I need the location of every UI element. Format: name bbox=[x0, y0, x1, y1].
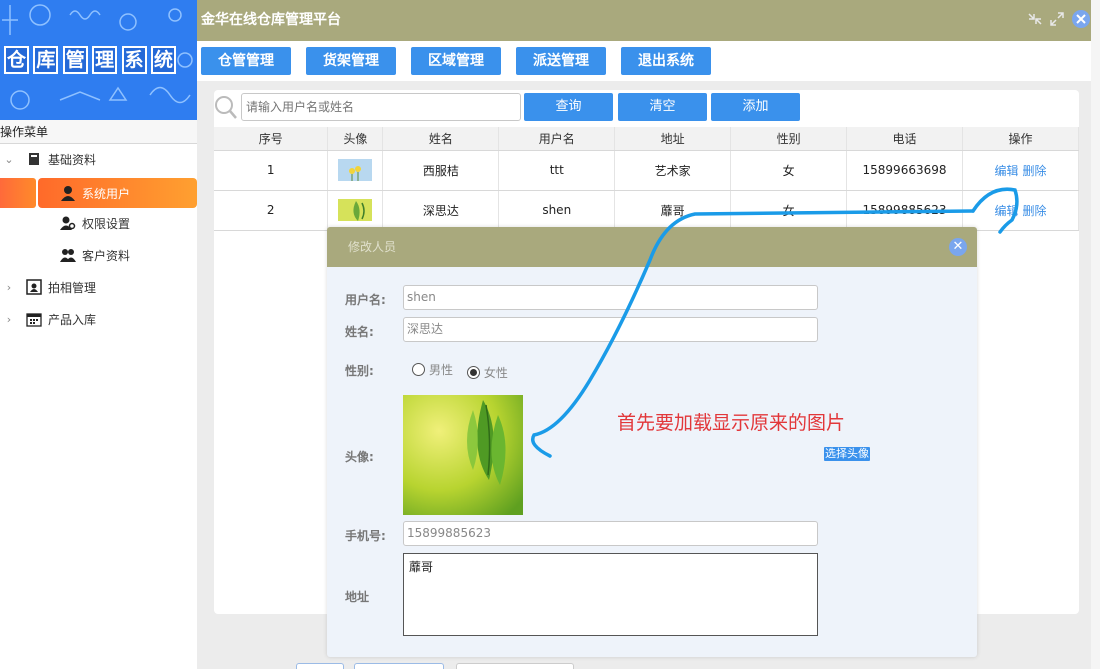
close-icon[interactable] bbox=[1071, 9, 1091, 29]
column-header: 操作 bbox=[962, 127, 1079, 151]
cell-name: 西服桔 bbox=[382, 150, 500, 191]
scroll-strip bbox=[1091, 0, 1100, 669]
gender-female-radio[interactable]: 女性 bbox=[466, 364, 508, 381]
column-header: 序号 bbox=[214, 127, 329, 151]
address-label: 地址 bbox=[345, 590, 370, 604]
users-icon bbox=[60, 247, 76, 263]
avatar-thumbnail bbox=[338, 159, 373, 181]
username-label: 用户名: bbox=[345, 293, 386, 307]
logo-char: 仓 bbox=[4, 46, 29, 74]
maximize-icon[interactable] bbox=[1049, 11, 1065, 27]
user-key-icon bbox=[60, 215, 76, 231]
sidebar-item-photo-management[interactable]: › 拍相管理 bbox=[0, 273, 197, 301]
cell-no: 2 bbox=[214, 190, 329, 231]
nav-shelf-button[interactable]: 货架管理 bbox=[306, 47, 396, 75]
top-header: 金华在线仓库管理平台 bbox=[197, 0, 1091, 41]
table-header-row: 序号 头像 姓名 用户名 地址 性别 电话 操作 bbox=[214, 127, 1079, 151]
nav-warehouse-button[interactable]: 仓管管理 bbox=[201, 47, 291, 75]
chevron-down-icon: ⌄ bbox=[4, 152, 14, 166]
sidebar-item-basic-data[interactable]: ⌄ 基础资料 bbox=[0, 145, 197, 173]
name-label: 姓名: bbox=[345, 325, 374, 339]
dialog-title: 修改人员 bbox=[348, 240, 397, 254]
gender-female-label: 女性 bbox=[483, 366, 508, 380]
cell-no: 1 bbox=[214, 150, 329, 191]
column-header: 姓名 bbox=[382, 127, 500, 151]
logo-char: 库 bbox=[33, 46, 59, 74]
calendar-icon bbox=[26, 311, 42, 327]
gender-male-radio[interactable]: 男性 bbox=[412, 361, 453, 378]
phone-label: 手机号: bbox=[345, 529, 386, 543]
delete-link[interactable]: 删除 bbox=[1023, 164, 1047, 178]
sidebar-item-label: 权限设置 bbox=[82, 216, 131, 231]
column-header: 性别 bbox=[730, 127, 848, 151]
phone-field[interactable]: 15899885623 bbox=[403, 521, 818, 546]
annotation-arrow bbox=[531, 187, 1019, 458]
nav-area-button[interactable]: 区域管理 bbox=[411, 47, 501, 75]
user-icon bbox=[60, 185, 76, 201]
platform-title: 金华在线仓库管理平台 bbox=[201, 12, 341, 28]
menu-title: 操作菜单 bbox=[0, 120, 197, 144]
logo-char: 理 bbox=[92, 46, 118, 74]
sidebar-item-product-inbound[interactable]: › 产品入库 bbox=[0, 305, 197, 333]
search-icon bbox=[215, 96, 237, 119]
column-header: 用户名 bbox=[498, 127, 616, 151]
gender-male-label: 男性 bbox=[429, 363, 454, 377]
logo-char: 系 bbox=[121, 46, 147, 74]
book-icon bbox=[26, 151, 42, 167]
cell-avatar bbox=[327, 150, 384, 191]
sidebar-item-label: 客户资料 bbox=[82, 248, 131, 263]
column-header: 地址 bbox=[614, 127, 732, 151]
nav-bar: 仓管管理 货架管理 区域管理 派送管理 退出系统 bbox=[197, 41, 1091, 81]
address-textarea[interactable]: 蘼哥 bbox=[403, 553, 818, 636]
clear-button[interactable]: 清空 bbox=[618, 93, 707, 121]
search-input[interactable] bbox=[241, 93, 521, 121]
sidebar-item-label: 系统用户 bbox=[82, 186, 131, 201]
cell-avatar bbox=[327, 190, 384, 231]
add-button[interactable]: 添加 bbox=[711, 93, 800, 121]
chevron-right-icon: › bbox=[6, 312, 12, 326]
sidebar-item-permissions[interactable]: 权限设置 bbox=[0, 209, 197, 237]
sidebar-item-customers[interactable]: 客户资料 bbox=[0, 241, 197, 269]
photo-frame-icon bbox=[26, 279, 42, 295]
query-button[interactable]: 查询 bbox=[524, 93, 613, 121]
system-logo: 仓 库 管 理 系 统 bbox=[0, 0, 197, 120]
nav-exit-button[interactable]: 退出系统 bbox=[621, 47, 711, 75]
nav-delivery-button[interactable]: 派送管理 bbox=[516, 47, 606, 75]
edit-link[interactable]: 编辑 bbox=[994, 164, 1018, 178]
sidebar-item-system-users[interactable]: 系统用户 bbox=[0, 178, 197, 208]
chevron-right-icon: › bbox=[6, 280, 12, 294]
gender-radio-group: 男性 女性 bbox=[412, 361, 518, 381]
restore-icon[interactable] bbox=[1027, 11, 1043, 27]
logo-char: 管 bbox=[62, 46, 88, 74]
avatar-preview bbox=[403, 395, 523, 515]
avatar-thumbnail bbox=[338, 199, 373, 221]
avatar-label: 头像: bbox=[345, 450, 374, 464]
gender-label: 性别: bbox=[345, 364, 374, 378]
sidebar-item-label: 拍相管理 bbox=[48, 280, 97, 295]
sidebar-item-label: 基础资料 bbox=[48, 152, 97, 167]
sidebar-item-label: 产品入库 bbox=[48, 312, 97, 327]
logo-char: 统 bbox=[150, 46, 176, 74]
column-header: 电话 bbox=[846, 127, 963, 151]
column-header: 头像 bbox=[327, 127, 384, 151]
cell-name: 深思达 bbox=[382, 190, 500, 231]
